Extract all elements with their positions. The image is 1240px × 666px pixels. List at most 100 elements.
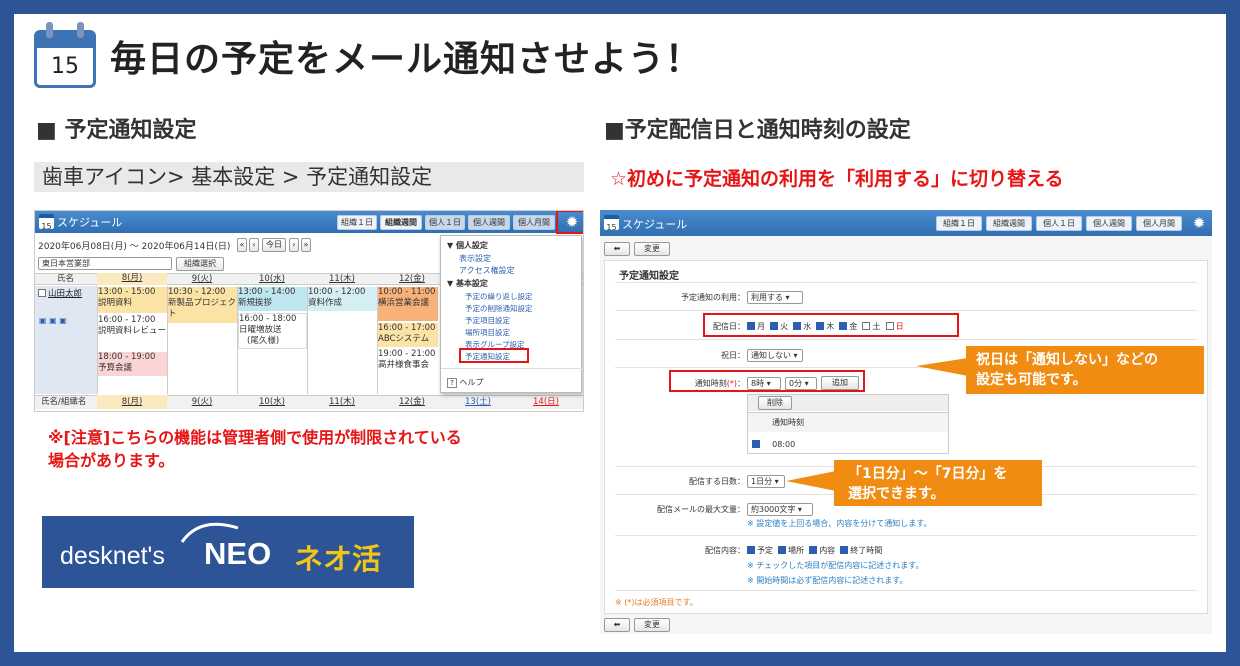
holiday-callout: 祝日は「通知しない」などの 設定も可能です。	[966, 346, 1204, 394]
swoosh-icon	[180, 522, 239, 543]
calendar-icon: 15	[34, 22, 96, 88]
tab-org-day[interactable]: 組織１日	[337, 215, 377, 230]
day-header-fri[interactable]: 12(金)	[377, 274, 447, 285]
deliver-days-label: 配信する日数：	[689, 477, 745, 486]
menu-help[interactable]: ? ヘルプ	[447, 377, 484, 388]
use-label: 予定通知の利用：	[681, 293, 745, 302]
name-header: 氏名	[57, 274, 75, 284]
max-length-note: ※ 設定値を上回る場合、内容を分けて通知します。	[747, 519, 932, 528]
tab-personal-week-r[interactable]: 個人週間	[1086, 216, 1132, 231]
footer-day-sat[interactable]: 13(土)	[447, 397, 509, 408]
event-mon-3[interactable]: 18:00 - 19:00 予算会議	[98, 352, 167, 376]
form-heading: 予定通知設定	[619, 271, 679, 282]
footer-day-wed[interactable]: 10(水)	[237, 397, 307, 408]
app-title: スケジュール	[57, 216, 123, 229]
day-header-mon[interactable]: 8(月)	[97, 273, 167, 285]
footer-day-sun[interactable]: 14(日)	[511, 397, 581, 408]
delete-time-button[interactable]: 削除	[758, 396, 792, 410]
org-select[interactable]: 東日本営業部	[38, 257, 172, 270]
event-mon-1[interactable]: 13:00 - 15:00 説明資料	[98, 287, 167, 313]
content-note-1: ※ チェックした項目が配信内容に記述されます。	[747, 561, 924, 570]
callout-pointer	[786, 471, 836, 491]
back-button[interactable]: ⬅	[604, 242, 630, 256]
today-button[interactable]: 今日	[262, 238, 286, 252]
slide-panel: 15 毎日の予定をメール通知させよう！ ■ 予定通知設定 ■予定配信日と通知時刻…	[14, 14, 1226, 652]
gear-highlight	[556, 211, 583, 234]
user-name[interactable]: 山田太郎	[38, 288, 82, 300]
menu-place-settings[interactable]: 場所項目設定	[465, 327, 510, 338]
time-column-header: 通知時刻	[772, 418, 804, 427]
back-button-bottom[interactable]: ⬅	[604, 618, 630, 632]
tab-org-day-r[interactable]: 組織１日	[936, 216, 982, 231]
left-section-title: ■ 予定通知設定	[36, 118, 197, 143]
gear-icon-right[interactable]: ✹	[1186, 212, 1212, 234]
day-header-tue[interactable]: 9(火)	[167, 274, 237, 285]
settings-dropdown: ▼ 個人設定 表示設定 アクセス権設定 ▼ 基本設定 予定の繰り返し設定 予定の…	[440, 235, 583, 393]
footer-day-mon[interactable]: 8(月)	[97, 395, 167, 409]
prev-day-button[interactable]: ‹	[249, 238, 259, 252]
schedule-app-icon: 15	[39, 214, 54, 231]
max-length-select[interactable]: 約3000文字 ▾	[747, 503, 813, 516]
right-section-title: ■予定配信日と通知時刻の設定	[604, 118, 911, 143]
tab-personal-day-r[interactable]: 個人１日	[1036, 216, 1082, 231]
tab-org-week-r[interactable]: 組織週間	[986, 216, 1032, 231]
date-range: 2020年06月08日(月) ～ 2020年06月14日(日)	[38, 242, 231, 252]
menu-personal-heading: ▼ 個人設定	[447, 241, 488, 250]
footer-name-header: 氏名/組織名	[41, 397, 87, 407]
menu-access-settings[interactable]: アクセス権設定	[459, 265, 515, 276]
change-button-top[interactable]: 変更	[634, 242, 670, 256]
menu-display-settings[interactable]: 表示設定	[459, 253, 491, 264]
user-column	[35, 286, 97, 394]
menu-repeat-settings[interactable]: 予定の繰り返し設定	[465, 291, 533, 302]
event-wed-2[interactable]: 16:00 - 18:00 日曜増放送 (尾久様)	[238, 313, 307, 349]
content-note-2: ※ 開始時間は必ず配信内容に記述されます。	[747, 576, 908, 585]
menu-item-settings[interactable]: 予定項目設定	[465, 315, 510, 326]
menu-basic-heading: ▼ 基本設定	[447, 279, 488, 288]
change-button-bottom[interactable]: 変更	[634, 618, 670, 632]
form-panel: 予定通知設定 予定通知の利用： 利用する ▾ 配信日： 月 火 水 木 金 土 …	[604, 260, 1208, 614]
footer-day-tue[interactable]: 9(火)	[167, 397, 237, 408]
callout-pointer-2	[916, 358, 968, 376]
next-day-button[interactable]: ›	[289, 238, 299, 252]
deliver-days-select[interactable]: 1日分 ▾	[747, 475, 785, 488]
app-bar: 15 スケジュール 組織１日 組織週間 個人１日 個人週間 個人月間 ✹	[35, 211, 583, 233]
breadcrumb: 歯車アイコン> 基本設定 > 予定通知設定	[34, 162, 584, 192]
day-header-thu[interactable]: 11(木)	[307, 274, 377, 285]
app-title-right: スケジュール	[622, 218, 688, 231]
next-week-button[interactable]: »	[301, 238, 311, 252]
content-checks[interactable]: 予定 場所 内容 終了時間	[747, 545, 882, 556]
day-header-wed[interactable]: 10(水)	[237, 274, 307, 285]
desknets-neo-logo: desknet's NEO ネオ活	[42, 516, 414, 588]
tab-org-week[interactable]: 組織週間	[380, 215, 422, 230]
use-select[interactable]: 利用する ▾	[747, 291, 803, 304]
event-wed-1[interactable]: 13:00 - 14:00 新規挨拶	[238, 287, 307, 311]
time-row[interactable]: 08:00	[752, 439, 795, 449]
footer-day-thu[interactable]: 11(木)	[307, 397, 377, 408]
holiday-select[interactable]: 通知しない ▾	[747, 349, 803, 362]
app-bar-right: 15 スケジュール 組織１日 組織週間 個人１日 個人週間 個人月間 ✹	[600, 210, 1212, 236]
required-note: ※ (*)は必須項目です。	[615, 598, 698, 607]
tab-personal-month[interactable]: 個人月間	[513, 215, 555, 230]
tab-personal-month-r[interactable]: 個人月間	[1136, 216, 1182, 231]
time-table: 削除 通知時刻 08:00	[747, 394, 949, 454]
days-callout: 「1日分」～「7日分」を 選択できます。	[834, 460, 1042, 506]
event-fri-1[interactable]: 10:00 - 11:00 横浜営業会議	[378, 287, 438, 321]
event-fri-3[interactable]: 19:00 - 21:00 高井様食事会	[378, 349, 438, 373]
footer-day-fri[interactable]: 12(金)	[377, 397, 447, 408]
help-icon: ?	[447, 378, 457, 388]
tab-personal-week[interactable]: 個人週間	[468, 215, 510, 230]
user-view-icons[interactable]: ▣ ▣ ▣	[39, 316, 67, 325]
max-length-label: 配信メールの最大文量：	[657, 505, 745, 514]
notify-settings-screenshot: 15 スケジュール 組織１日 組織週間 個人１日 個人週間 個人月間 ✹ ⬅ 変…	[600, 210, 1212, 634]
event-tue-1[interactable]: 10:30 - 12:00 新製品プロジェクト	[168, 287, 237, 323]
event-fri-2[interactable]: 16:00 - 17:00 ABCシステム	[378, 323, 438, 347]
holiday-label: 祝日：	[721, 351, 745, 360]
menu-delete-notice-settings[interactable]: 予定の削除通知設定	[465, 303, 533, 314]
org-select-button[interactable]: 組織選択	[176, 257, 224, 271]
days-highlight	[703, 313, 959, 337]
event-mon-2[interactable]: 16:00 - 17:00 説明資料レビュー	[98, 315, 167, 351]
event-thu-1[interactable]: 10:00 - 12:00 資料作成	[308, 287, 377, 311]
tab-personal-day[interactable]: 個人１日	[425, 215, 465, 230]
caution-note: ※[注意]こちらの機能は管理者側で使用が制限されている 場合があります。	[48, 428, 462, 470]
prev-week-button[interactable]: «	[237, 238, 247, 252]
